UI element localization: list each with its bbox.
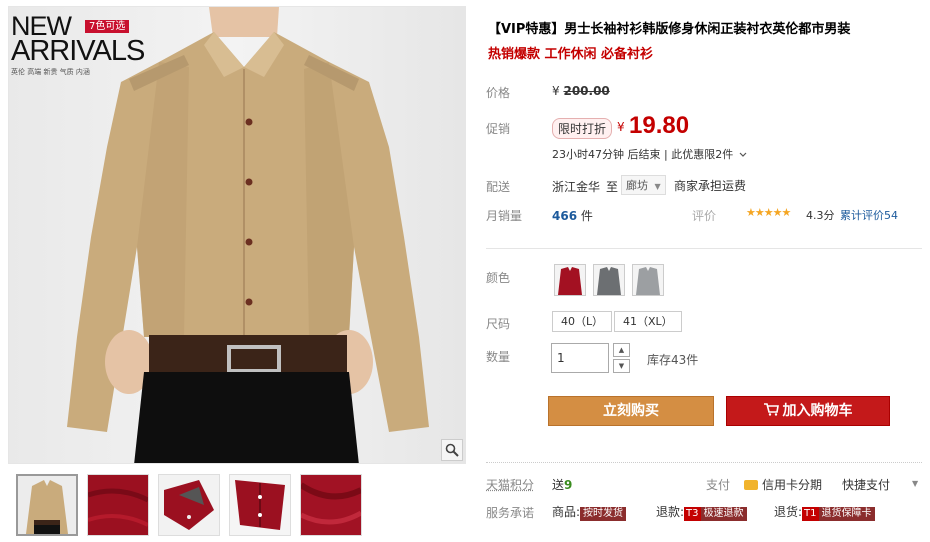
destination-value: 廊坊 (626, 179, 648, 192)
refund-label: 退款: (656, 505, 685, 519)
thumb-red-collar[interactable] (158, 474, 220, 536)
credit-installment[interactable]: 信用卡分期 (744, 476, 822, 493)
review-link[interactable]: 累计评价54 (840, 207, 898, 223)
shipping-fee: 商家承担运费 (674, 179, 747, 193)
quick-pay[interactable]: 快捷支付 (842, 476, 890, 493)
thumb-red-shirt[interactable] (87, 474, 149, 536)
sales-count: 466 (552, 209, 578, 223)
divider (486, 248, 922, 249)
service-refund: 退款: T3 极速退款 (656, 503, 747, 521)
fast-refund-tag[interactable]: 极速退款 (700, 507, 747, 521)
product-subtitle: 热销爆款 工作休闲 必备衬衫 (488, 47, 654, 62)
color-label: 颜色 (486, 271, 511, 285)
refund-level: T3 (684, 507, 701, 521)
rating-stars: ★★★★★ (746, 206, 791, 219)
price-label: 价格 (486, 86, 511, 100)
color-options-badge: 7色可选 (85, 20, 130, 33)
credit-installment-label: 信用卡分期 (762, 478, 823, 492)
logo-tags: 英伦 高端 新贵 气质 内涵 (11, 68, 90, 76)
promo-timer[interactable]: 23小时47分钟 后结束 | 此优惠限2件 (552, 146, 747, 162)
services-divider (486, 462, 922, 463)
return-level: T1 (802, 507, 819, 521)
quantity-decrease-button[interactable]: ▼ (613, 359, 630, 373)
credit-card-icon (744, 480, 758, 490)
product-title: 【VIP特惠】男士长袖衬衫韩版修身休闲正装衬衣英伦都市男装 (488, 22, 851, 37)
on-time-delivery-tag[interactable]: 按时发货 (580, 507, 627, 521)
tmall-points: 送9 (552, 476, 572, 493)
logo-line2: ARRIVALS (11, 35, 145, 67)
stock-text: 库存43件 (647, 353, 699, 367)
color-swatch-light-gray[interactable] (632, 264, 664, 296)
add-to-cart-button[interactable]: 加入购物车 (726, 396, 890, 426)
size-option-40[interactable]: 40（L） (552, 311, 613, 332)
goods-label: 商品: (552, 505, 581, 519)
review-count: 54 (884, 209, 898, 222)
quantity-input[interactable]: 1 (551, 343, 609, 373)
shipping-label: 配送 (486, 180, 511, 194)
return-guarantee-tag[interactable]: 退货保障卡 (818, 507, 875, 521)
color-swatch-red[interactable] (554, 264, 586, 296)
tmall-points-label[interactable]: 天猫积分 (486, 476, 534, 493)
monthly-sales: 466 件 (552, 207, 593, 224)
new-arrivals-logo: NEW 7色可选 ARRIVALS 英伦 高端 新贵 气质 内涵 (11, 11, 171, 79)
shipping-from: 浙江金华 (552, 180, 601, 194)
service-goods: 商品: 按时发货 (552, 503, 627, 521)
points-prefix: 送 (552, 478, 565, 492)
add-to-cart-label: 加入购物车 (782, 403, 853, 419)
service-promise-label: 服务承诺 (486, 506, 535, 520)
shipping-to-word: 至 (606, 180, 619, 194)
current-currency-symbol: ¥ (617, 120, 625, 134)
thumb-khaki-shirt[interactable] (16, 474, 78, 536)
promo-label: 促销 (486, 122, 511, 136)
dropdown-arrow-icon: ▼ (654, 182, 661, 191)
price-panel: 价格 ¥ 200.00 促销 限时打折 ¥ 19.80 23小时47分钟 后结束… (486, 74, 926, 234)
thumbnail-strip (16, 474, 362, 536)
return-label: 退货: (774, 505, 803, 519)
magnifier-icon[interactable] (441, 439, 463, 461)
rating-label: 评价 (692, 209, 717, 223)
monthly-sales-label: 月销量 (486, 209, 523, 223)
promo-timer-text: 23小时47分钟 后结束 | 此优惠限2件 (552, 148, 734, 161)
currency-symbol: ¥ (552, 84, 560, 98)
payment-label: 支付 (706, 478, 731, 492)
points-value: 9 (564, 478, 573, 492)
expand-arrow-icon[interactable]: ▼ (912, 479, 918, 488)
thumb-red-fabric[interactable] (300, 474, 362, 536)
service-return: 退货: T1 退货保障卡 (774, 503, 875, 521)
color-swatch-gray[interactable] (593, 264, 625, 296)
size-label: 尺码 (486, 317, 511, 331)
original-price-value: 200.00 (563, 84, 610, 98)
review-text: 累计评价 (840, 209, 884, 222)
size-option-41[interactable]: 41（XL） (614, 311, 682, 332)
chevron-down-icon[interactable] (739, 152, 747, 158)
thumb-red-sleeve[interactable] (229, 474, 291, 536)
cart-icon (763, 403, 779, 416)
product-info-panel: 【VIP特惠】男士长袖衬衫韩版修身休闲正装衬衣英伦都市男装 热销爆款 工作休闲 … (486, 0, 930, 542)
destination-select[interactable]: 廊坊 ▼ (621, 175, 666, 195)
sales-unit: 件 (580, 209, 593, 223)
promo-badge: 限时打折 (552, 118, 613, 139)
buy-now-button[interactable]: 立刻购买 (548, 396, 714, 426)
rating-score: 4.3分 (806, 209, 835, 222)
main-product-image[interactable]: NEW 7色可选 ARRIVALS 英伦 高端 新贵 气质 内涵 (8, 6, 466, 464)
quantity-increase-button[interactable]: ▲ (613, 343, 630, 357)
quantity-label: 数量 (486, 350, 511, 364)
original-price: ¥ 200.00 (552, 84, 610, 98)
current-price: 19.80 (629, 112, 690, 139)
